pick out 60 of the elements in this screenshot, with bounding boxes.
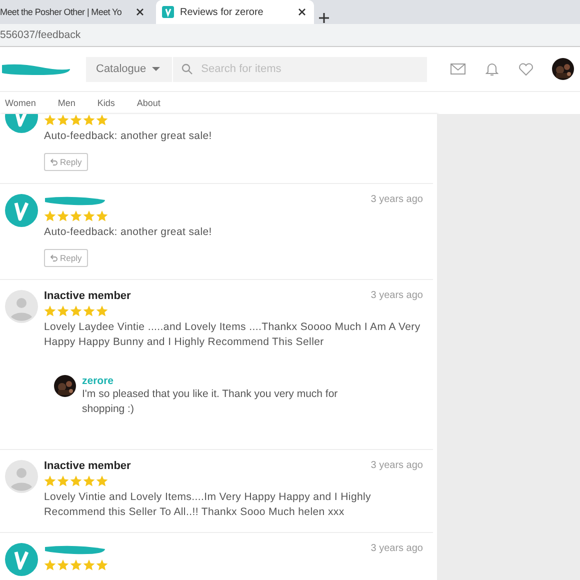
star-icon [57, 210, 69, 222]
star-icon [83, 114, 95, 126]
star-icon [83, 559, 95, 571]
reply-button[interactable]: Reply [44, 249, 88, 267]
star-icon [70, 475, 82, 487]
reply-button[interactable]: Reply [44, 153, 88, 171]
review-time: 3 years ago [370, 194, 423, 205]
star-icon [83, 475, 95, 487]
mail-icon[interactable] [450, 61, 466, 77]
review-text: Lovely Laydee Vintie .....and Lovely Items ....Thankx Soooo Much I Am A Very Happy Happy Bunny and I Highly Recommend This Seller [44, 320, 422, 350]
nav-link[interactable]: Men [58, 98, 76, 108]
browser-tab[interactable]: Reviews for zerore [156, 0, 314, 24]
star-icon [57, 305, 69, 317]
star-icon [83, 210, 95, 222]
star-icon [57, 114, 69, 126]
star-icon [70, 305, 82, 317]
star-icon [96, 475, 108, 487]
review-text: Auto-feedback: another great sale! [44, 225, 213, 240]
star-icon [70, 559, 82, 571]
review-text: Lovely Vintie and Lovely Items....Im Very Happy Happy and I Highly Recommend this Seller To All..!! Thankx Sooo Much helen xxx [44, 490, 372, 520]
star-icon [96, 559, 108, 571]
reply-icon [50, 254, 58, 262]
star-icon [57, 475, 69, 487]
star-icon [44, 559, 56, 571]
review-time: 3 years ago [370, 290, 423, 301]
close-icon [296, 6, 308, 18]
close-icon [134, 6, 146, 18]
reviewer-name[interactable]: Inactive member [44, 460, 131, 472]
catalogue-dropdown[interactable]: Catalogue [86, 56, 172, 82]
review-time: 3 years ago [370, 460, 423, 471]
star-icon [70, 114, 82, 126]
star-icon [83, 305, 95, 317]
address-bar[interactable]: 556037/feedback [0, 24, 580, 47]
heart-icon[interactable] [518, 61, 534, 77]
star-icon [44, 475, 56, 487]
reviewer-name[interactable]: Inactive member [44, 290, 131, 302]
reply-text: I'm so pleased that you like it. Thank you very much for shopping :) [82, 387, 339, 417]
nav-link[interactable]: Kids [97, 98, 115, 108]
star-icon [70, 210, 82, 222]
star-icon [44, 210, 56, 222]
star-icon [44, 114, 56, 126]
star-icon [96, 305, 108, 317]
avatar-icon [5, 460, 38, 493]
reply-icon [50, 158, 58, 166]
search-icon [181, 63, 194, 75]
bell-icon[interactable] [484, 61, 500, 77]
star-icon [57, 559, 69, 571]
brand-avatar [5, 543, 38, 576]
review-time: 3 years ago [370, 543, 423, 554]
review-text: Auto-feedback: another great sale! [44, 129, 213, 144]
brand-avatar [5, 194, 38, 227]
plus-icon [318, 12, 330, 24]
star-icon [96, 114, 108, 126]
star-icon [44, 305, 56, 317]
avatar-icon [5, 290, 38, 323]
logo-icon [162, 6, 174, 18]
browser-tab[interactable]: Meet the Posher Other | Meet Yo [0, 0, 152, 24]
nav-link[interactable]: Women [5, 98, 36, 108]
nav-link[interactable]: About [136, 98, 160, 108]
star-icon [96, 210, 108, 222]
